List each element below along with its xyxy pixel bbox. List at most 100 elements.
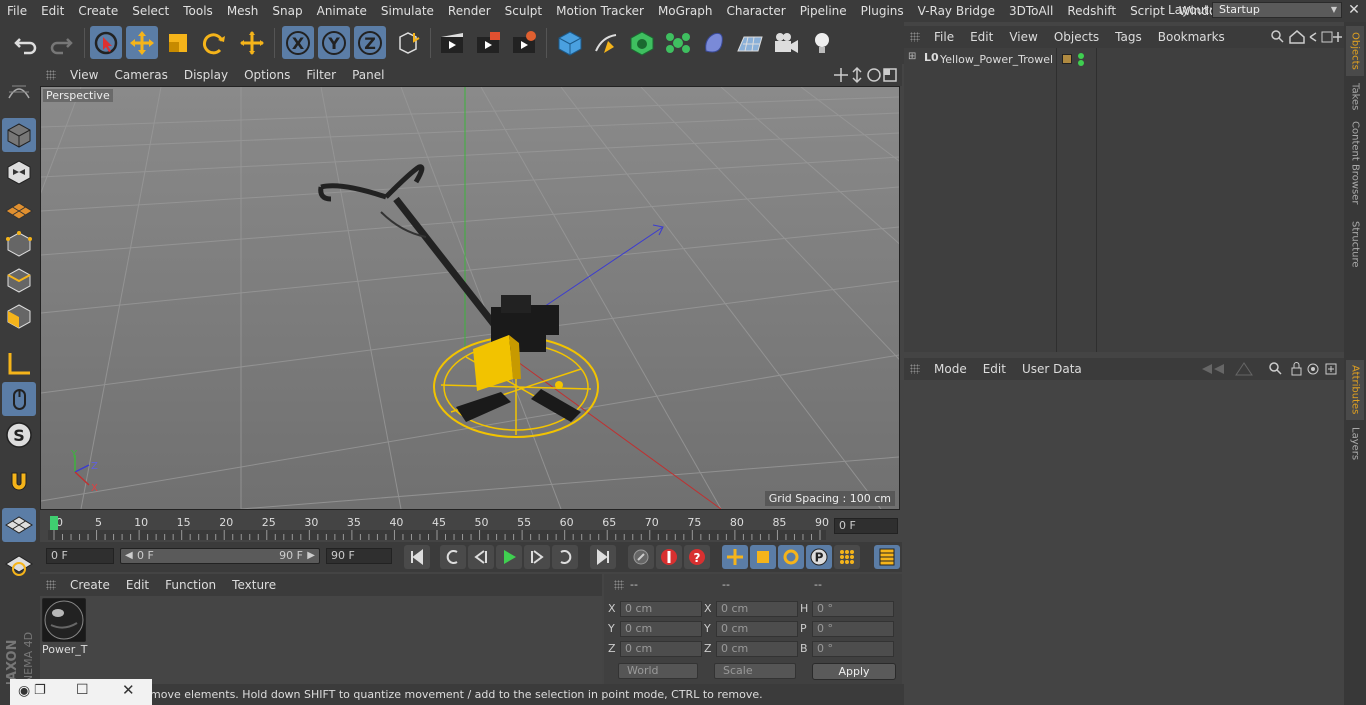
- object-menu-objects[interactable]: Objects: [1046, 26, 1107, 48]
- menu-plugins[interactable]: Plugins: [854, 0, 911, 22]
- polygon-mode-button[interactable]: [2, 299, 36, 333]
- z-axis-lock-button[interactable]: Z: [354, 26, 386, 59]
- expand-icon[interactable]: ⊞: [908, 51, 916, 62]
- toggle-view-icon[interactable]: [883, 68, 897, 82]
- next-key-button[interactable]: [552, 545, 578, 569]
- menu-edit[interactable]: Edit: [34, 0, 71, 22]
- record-point-level-button[interactable]: [834, 545, 860, 569]
- rotate-view-icon[interactable]: [867, 68, 881, 82]
- zoom-view-icon[interactable]: [852, 66, 862, 84]
- menu-script[interactable]: Script: [1123, 0, 1172, 22]
- timeline-ruler[interactable]: 0 5 10 15 20 25 30 35 40 45 50 55 60 65 70 75 80 85 90 0 F: [40, 512, 900, 542]
- menu-motion-tracker[interactable]: Motion Tracker: [549, 0, 651, 22]
- cloner-button[interactable]: [662, 26, 694, 59]
- play-button[interactable]: [496, 545, 522, 569]
- record-rotation-button[interactable]: [778, 545, 804, 569]
- layout-icon[interactable]: [1321, 31, 1333, 43]
- attribute-menu-edit[interactable]: Edit: [975, 358, 1014, 380]
- layer-color-icon[interactable]: [1062, 54, 1072, 64]
- new-panel-icon[interactable]: [1325, 363, 1337, 375]
- point-mode-button[interactable]: [2, 227, 36, 261]
- subdivision-surface-button[interactable]: [626, 26, 658, 59]
- camera-button[interactable]: [770, 26, 802, 59]
- record-position-button[interactable]: [722, 545, 748, 569]
- editor-visibility-icon[interactable]: [1078, 53, 1084, 59]
- target-icon[interactable]: [1307, 363, 1319, 375]
- search-icon[interactable]: [1271, 30, 1284, 43]
- coordinate-system-button[interactable]: [392, 26, 424, 59]
- render-view-button[interactable]: [436, 26, 468, 59]
- workplane-lock-button[interactable]: [2, 508, 36, 542]
- coord-field-h[interactable]: 0 °: [812, 601, 894, 617]
- menu-mograph[interactable]: MoGraph: [651, 0, 720, 22]
- menu-character[interactable]: Character: [719, 0, 792, 22]
- x-axis-lock-button[interactable]: X: [282, 26, 314, 59]
- transform-tool-button[interactable]: [236, 26, 268, 59]
- up-icon[interactable]: [1235, 362, 1253, 376]
- playhead[interactable]: [50, 516, 58, 530]
- object-menu-edit[interactable]: Edit: [962, 26, 1001, 48]
- move-view-icon[interactable]: [834, 68, 848, 82]
- viewport-menu-cameras[interactable]: Cameras: [106, 64, 175, 86]
- menu-animate[interactable]: Animate: [310, 0, 374, 22]
- menu-pipeline[interactable]: Pipeline: [793, 0, 854, 22]
- tweak-mode-button[interactable]: [2, 382, 36, 416]
- coord-field-x[interactable]: 0 cm: [620, 601, 702, 617]
- menu-simulate[interactable]: Simulate: [374, 0, 441, 22]
- menu-3dtoall[interactable]: 3DToAll: [1002, 0, 1060, 22]
- record-parameter-button[interactable]: P: [806, 545, 832, 569]
- menu-redshift[interactable]: Redshift: [1060, 0, 1123, 22]
- edge-mode-button[interactable]: [2, 263, 36, 297]
- pen-spline-button[interactable]: [590, 26, 622, 59]
- object-menu-file[interactable]: File: [926, 26, 962, 48]
- coord-field-z[interactable]: 0 cm: [716, 641, 798, 657]
- home-icon[interactable]: [1289, 30, 1305, 44]
- end-frame-field[interactable]: 90 F: [326, 548, 392, 564]
- tab-attributes[interactable]: Attributes: [1346, 360, 1364, 420]
- object-menu-view[interactable]: View: [1001, 26, 1045, 48]
- cube-primitive-button[interactable]: [554, 26, 586, 59]
- viewport-menu-options[interactable]: Options: [236, 64, 298, 86]
- go-to-start-button[interactable]: [404, 545, 430, 569]
- live-selection-button[interactable]: [90, 26, 122, 59]
- attribute-menu-mode[interactable]: Mode: [926, 358, 975, 380]
- restore-window-icon[interactable]: ❐: [34, 683, 46, 698]
- object-name[interactable]: Yellow_Power_Trowel: [940, 53, 1053, 66]
- render-to-picture-viewer-button[interactable]: [472, 26, 504, 59]
- snapping-button[interactable]: S: [2, 418, 36, 452]
- tab-structure[interactable]: Structure: [1346, 216, 1364, 272]
- attribute-menu-user-data[interactable]: User Data: [1014, 358, 1090, 380]
- coord-field-x[interactable]: 0 cm: [716, 601, 798, 617]
- redo-button[interactable]: [45, 26, 77, 59]
- maximize-window-icon[interactable]: ☐: [76, 682, 89, 698]
- menu-create[interactable]: Create: [71, 0, 125, 22]
- material-menu-texture[interactable]: Texture: [224, 574, 284, 596]
- menu-file[interactable]: File: [0, 0, 34, 22]
- menu-snap[interactable]: Snap: [265, 0, 309, 22]
- menu-v-ray-bridge[interactable]: V-Ray Bridge: [911, 0, 1002, 22]
- material-menu-function[interactable]: Function: [157, 574, 224, 596]
- menu-mesh[interactable]: Mesh: [220, 0, 266, 22]
- material-thumbnail[interactable]: [42, 598, 86, 642]
- search-icon[interactable]: [1269, 362, 1282, 375]
- move-tool-button[interactable]: [126, 26, 158, 59]
- cinema4d-window-icon[interactable]: ◉: [18, 683, 30, 699]
- workplane-mode-button[interactable]: [2, 192, 36, 226]
- object-row[interactable]: ⊞ L0 Yellow_Power_Trowel: [904, 51, 1056, 69]
- material-name[interactable]: Power_T: [42, 643, 87, 656]
- timeline-window-button[interactable]: [874, 545, 900, 569]
- object-menu-bookmarks[interactable]: Bookmarks: [1150, 26, 1233, 48]
- coord-field-p[interactable]: 0 °: [812, 621, 894, 637]
- go-to-end-button[interactable]: [590, 545, 616, 569]
- magnet-icon[interactable]: [2, 465, 36, 499]
- tab-layers[interactable]: Layers: [1346, 424, 1364, 464]
- axis-mode-button[interactable]: [2, 347, 36, 381]
- viewport-menu-view[interactable]: View: [62, 64, 106, 86]
- deformer-button[interactable]: [698, 26, 730, 59]
- record-active-objects-button[interactable]: [628, 545, 654, 569]
- scale-tool-button[interactable]: [162, 26, 194, 59]
- layout-select[interactable]: Startup: [1212, 2, 1342, 18]
- coord-field-b[interactable]: 0 °: [812, 641, 894, 657]
- menu-select[interactable]: Select: [125, 0, 176, 22]
- render-settings-button[interactable]: [508, 26, 540, 59]
